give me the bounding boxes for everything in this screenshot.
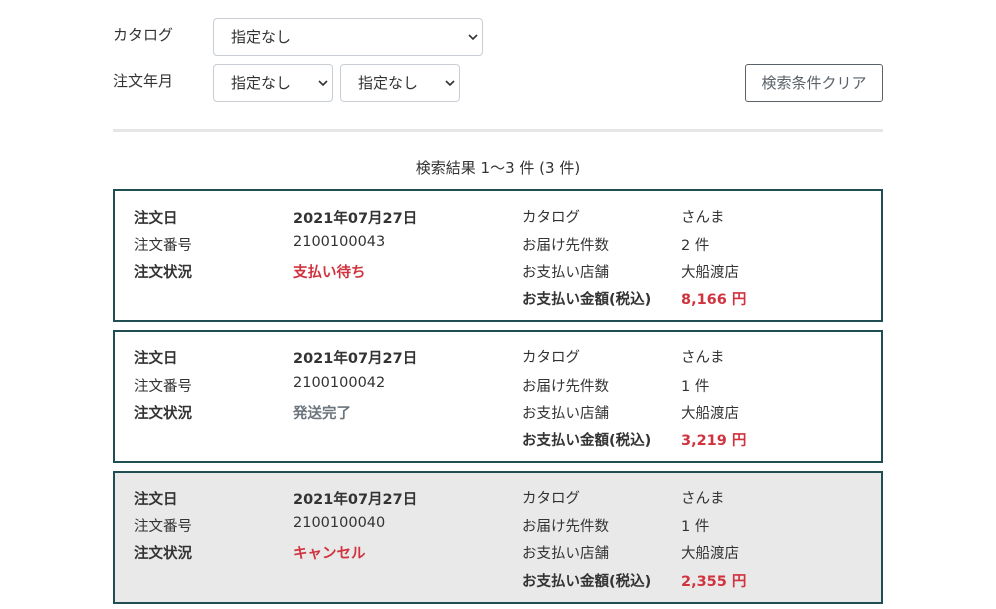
order-date-value: 2021年07月27日 bbox=[293, 351, 418, 367]
delivery-count-label: お届け先件数 bbox=[522, 379, 609, 395]
order-date-value: 2021年07月27日 bbox=[293, 211, 418, 227]
order-year-select-value: 指定なし bbox=[231, 74, 292, 92]
clear-search-button[interactable]: 検索条件クリア bbox=[745, 64, 883, 102]
delivery-count-value: 1 件 bbox=[681, 379, 710, 395]
catalog-filter-label: カタログ bbox=[113, 26, 174, 44]
order-date-label: 注文日 bbox=[134, 211, 178, 227]
chevron-down-icon bbox=[318, 65, 328, 101]
payment-amount-value: 3,219 円 bbox=[681, 433, 747, 449]
order-number-label: 注文番号 bbox=[134, 519, 192, 535]
order-month-select-value: 指定なし bbox=[358, 74, 419, 92]
order-status-label: 注文状況 bbox=[134, 265, 192, 281]
result-count: 検索結果 1〜3 件 (3 件) bbox=[415, 159, 581, 177]
delivery-count-value: 2 件 bbox=[681, 238, 710, 254]
order-date-label: 注文日 bbox=[134, 351, 178, 367]
catalog-filter-row: カタログ 指定なし bbox=[113, 18, 883, 56]
order-card[interactable]: 注文日 2021年07月27日 カタログ さんま 注文番号 2100100042… bbox=[113, 330, 883, 463]
catalog-value: さんま bbox=[681, 491, 725, 507]
order-status-value: 支払い待ち bbox=[293, 265, 366, 281]
order-date-label: 注文日 bbox=[134, 492, 178, 508]
order-number-value: 2100100043 bbox=[293, 234, 386, 250]
delivery-count-label: お届け先件数 bbox=[522, 519, 609, 535]
payment-amount-value: 2,355 円 bbox=[681, 574, 747, 590]
payment-store-value: 大船渡店 bbox=[681, 265, 739, 281]
payment-store-label: お支払い店舗 bbox=[522, 546, 609, 562]
order-number-label: 注文番号 bbox=[134, 238, 192, 254]
payment-store-value: 大船渡店 bbox=[681, 406, 739, 422]
delivery-count-value: 1 件 bbox=[681, 519, 710, 535]
order-month-filter-row: 注文年月 指定なし 指定なし 検索条件クリア bbox=[113, 64, 883, 102]
order-month-filter-label: 注文年月 bbox=[113, 72, 174, 90]
chevron-down-icon bbox=[468, 19, 478, 55]
catalog-select[interactable]: 指定なし bbox=[213, 18, 483, 56]
catalog-value: さんま bbox=[681, 210, 725, 226]
order-number-label: 注文番号 bbox=[134, 379, 192, 395]
payment-amount-label: お支払い金額(税込) bbox=[522, 292, 652, 308]
delivery-count-label: お届け先件数 bbox=[522, 238, 609, 254]
chevron-down-icon bbox=[445, 65, 455, 101]
payment-amount-value: 8,166 円 bbox=[681, 292, 747, 308]
catalog-label: カタログ bbox=[522, 491, 580, 507]
catalog-select-value: 指定なし bbox=[231, 28, 292, 46]
payment-amount-label: お支払い金額(税込) bbox=[522, 433, 652, 449]
order-number-value: 2100100042 bbox=[293, 375, 386, 391]
order-month-select[interactable]: 指定なし bbox=[340, 64, 460, 102]
order-status-label: 注文状況 bbox=[134, 546, 192, 562]
catalog-value: さんま bbox=[681, 350, 725, 366]
payment-store-value: 大船渡店 bbox=[681, 546, 739, 562]
order-status-value: キャンセル bbox=[293, 546, 366, 562]
order-number-value: 2100100040 bbox=[293, 515, 386, 531]
divider bbox=[113, 129, 883, 132]
order-status-value: 発送完了 bbox=[293, 406, 351, 422]
order-card[interactable]: 注文日 2021年07月27日 カタログ さんま 注文番号 2100100043… bbox=[113, 189, 883, 322]
order-status-label: 注文状況 bbox=[134, 406, 192, 422]
payment-amount-label: お支払い金額(税込) bbox=[522, 574, 652, 590]
payment-store-label: お支払い店舗 bbox=[522, 265, 609, 281]
catalog-label: カタログ bbox=[522, 350, 580, 366]
order-card[interactable]: 注文日 2021年07月27日 カタログ さんま 注文番号 2100100040… bbox=[113, 471, 883, 604]
catalog-label: カタログ bbox=[522, 210, 580, 226]
order-year-select[interactable]: 指定なし bbox=[213, 64, 333, 102]
payment-store-label: お支払い店舗 bbox=[522, 406, 609, 422]
order-date-value: 2021年07月27日 bbox=[293, 492, 418, 508]
